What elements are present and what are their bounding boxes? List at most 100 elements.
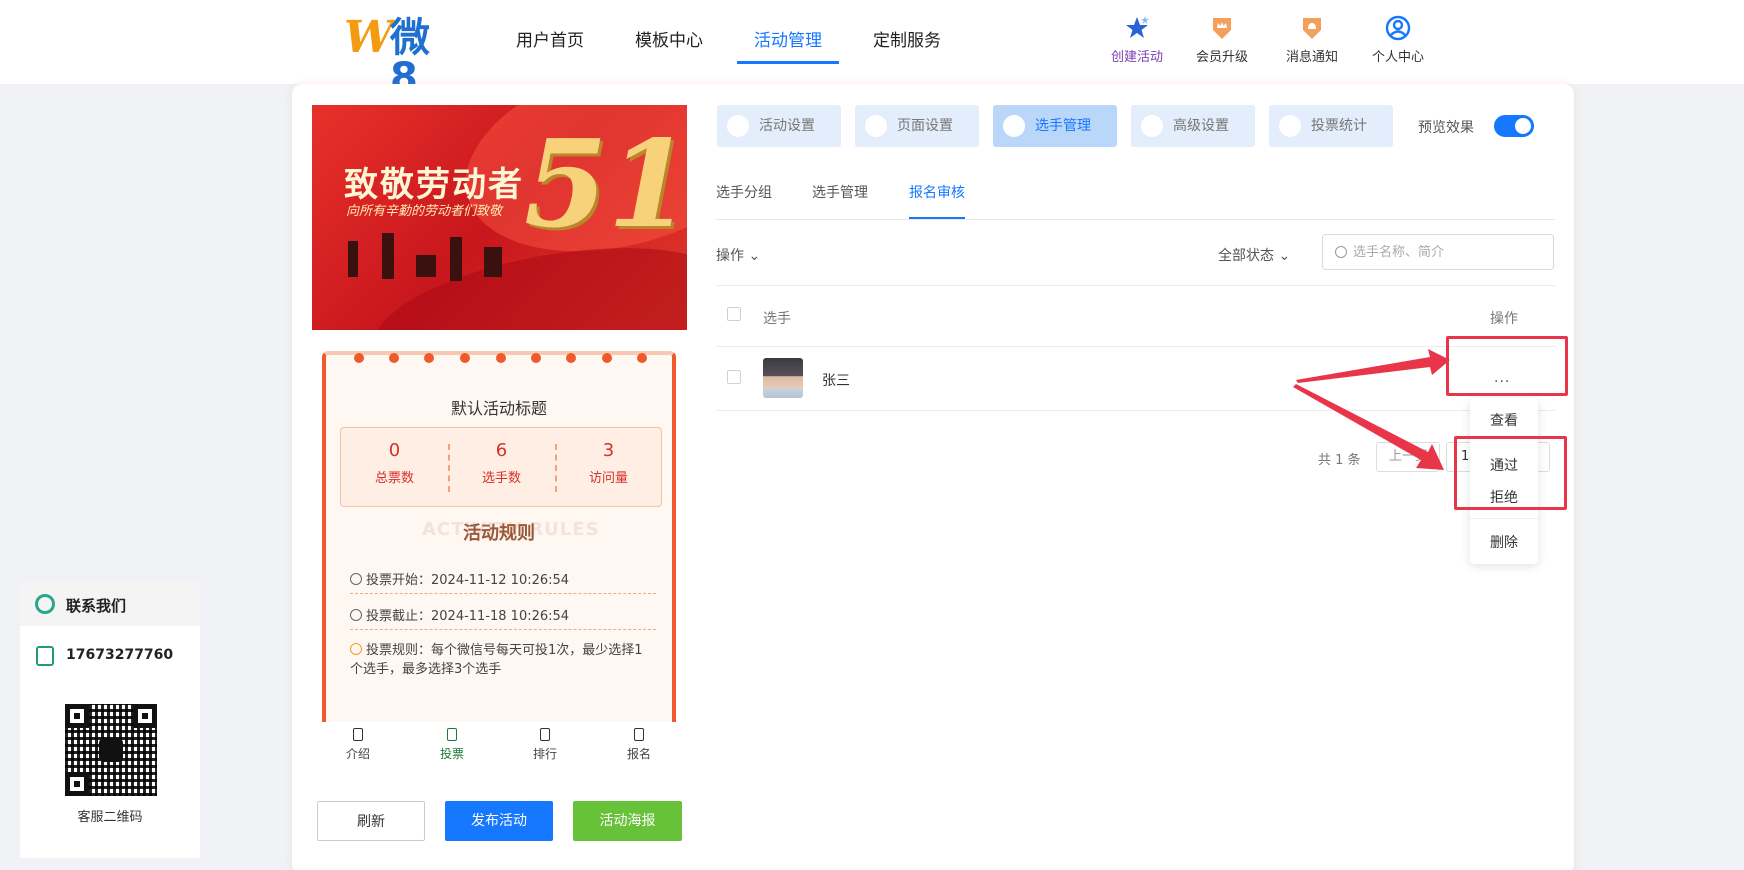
vote-rule-text: 投票规则：每个微信号每天可投1次，最少选择1个选手，最多选择3个选手 [350, 643, 643, 677]
subtab-signup-review[interactable]: 报名审核 [909, 182, 965, 202]
vote-end-text: 投票截止：2024-11-18 10:26:54 [366, 609, 570, 624]
nav-template-center[interactable]: 模板中心 [635, 26, 703, 51]
row-checkbox[interactable] [727, 370, 741, 384]
nav-activity-management[interactable]: 活动管理 [754, 26, 822, 51]
nav-user-home[interactable]: 用户首页 [516, 26, 584, 51]
vote-start-rule: 投票开始：2024-11-12 10:26:54 [350, 569, 569, 588]
message-notification-button[interactable]: 消息通知 [1272, 14, 1352, 65]
subtab-divider [716, 219, 1555, 220]
stat-value: 3 [602, 440, 615, 461]
worker-silhouette [450, 237, 462, 281]
column-header-action: 操作 [1490, 311, 1518, 327]
stats-icon [1279, 115, 1301, 137]
personal-center-button[interactable]: 个人中心 [1358, 14, 1438, 65]
operation-dropdown[interactable]: 操作 ⌄ [716, 245, 760, 265]
banner-title: 致敬劳动者 [344, 165, 524, 205]
rules-title: 活动规则 [463, 523, 535, 544]
status-label: 全部状态 [1218, 248, 1274, 264]
stat-label: 访问量 [588, 471, 628, 486]
table-top-border [716, 285, 1555, 286]
subtab-player-management[interactable]: 选手管理 [812, 182, 868, 202]
contact-title: 联系我们 [66, 597, 127, 615]
tab-advanced-settings[interactable]: 高级设置 [1131, 105, 1255, 147]
chevron-down-icon: ⌄ [1278, 248, 1291, 264]
publish-activity-button[interactable]: 发布活动 [445, 801, 553, 841]
nav-custom-service[interactable]: 定制服务 [873, 26, 941, 51]
intro-icon [353, 728, 363, 741]
paper-ring [354, 353, 364, 363]
stat-value: 0 [388, 440, 401, 461]
tab-label: 排行 [532, 747, 557, 761]
stars-icon [1126, 16, 1149, 38]
worker-silhouette [416, 255, 436, 277]
search-icon [1335, 246, 1347, 258]
logo-mark: W [344, 12, 394, 63]
signup-icon [634, 728, 644, 741]
wechat-icon [99, 738, 123, 762]
create-activity-button[interactable]: 创建活动 [1097, 14, 1177, 65]
subtab-player-groups[interactable]: 选手分组 [716, 182, 772, 202]
crown-badge-icon [1213, 18, 1231, 39]
worker-silhouette [382, 233, 394, 279]
paper-ring [496, 353, 506, 363]
tab-player-management[interactable]: 选手管理 [993, 105, 1117, 147]
refresh-button[interactable]: 刷新 [317, 801, 425, 841]
paper-ring [460, 353, 470, 363]
preview-tabbar: 介绍 投票 排行 报名 [312, 722, 687, 772]
tab-vote-statistics[interactable]: 投票统计 [1269, 105, 1393, 147]
annotation-arrows [1293, 349, 1450, 470]
tab-label: 高级设置 [1173, 118, 1229, 134]
ranking-icon [540, 728, 550, 741]
personal-center-label: 个人中心 [1371, 50, 1424, 65]
tab-label: 介绍 [345, 747, 370, 761]
heart-icon [727, 115, 749, 137]
search-input[interactable] [1353, 241, 1543, 263]
toggle-knob [1515, 118, 1531, 134]
member-upgrade-button[interactable]: 会员升级 [1182, 14, 1262, 65]
paper-ring [602, 353, 612, 363]
menu-item-delete[interactable]: 删除 [1470, 532, 1538, 552]
operation-label: 操作 [716, 248, 744, 264]
player-avatar [763, 358, 803, 398]
tab-label: 投票统计 [1311, 118, 1367, 134]
tab-activity-settings[interactable]: 活动设置 [717, 105, 841, 147]
stat-visits: 3 访问量 [555, 440, 662, 486]
customer-service-icon [35, 594, 55, 614]
menu-item-view[interactable]: 查看 [1470, 410, 1538, 430]
bell-badge-icon [1303, 18, 1321, 39]
arrow-to-more-icon [1296, 349, 1450, 383]
activity-title: 默认活动标题 [450, 399, 547, 418]
tab-vote[interactable]: 投票 [422, 728, 482, 762]
qr-finder [65, 704, 89, 728]
worker-silhouette [348, 241, 358, 277]
member-upgrade-label: 会员升级 [1195, 50, 1248, 65]
status-dropdown[interactable]: 全部状态 ⌄ [1218, 245, 1290, 265]
qr-label: 客服二维码 [77, 810, 143, 825]
activity-poster-button[interactable]: 活动海报 [573, 801, 682, 841]
tab-signup[interactable]: 报名 [609, 728, 669, 762]
contact-phone: 17673277760 [66, 647, 174, 663]
paper-ring [531, 353, 541, 363]
highlight-approve-reject [1454, 436, 1567, 510]
tab-page-settings[interactable]: 页面设置 [855, 105, 979, 147]
user-circle-icon [1385, 15, 1411, 41]
worker-silhouette [484, 247, 502, 277]
select-all-checkbox[interactable] [727, 307, 741, 321]
search-box [1322, 234, 1554, 270]
rule-divider [350, 593, 656, 594]
phone-icon [36, 646, 54, 666]
vote-end-rule: 投票截止：2024-11-18 10:26:54 [350, 605, 569, 624]
message-notification-label: 消息通知 [1285, 50, 1338, 65]
qr-finder [65, 772, 89, 796]
page-icon [865, 115, 887, 137]
info-icon [350, 643, 362, 655]
banner-number: 51 [524, 114, 687, 255]
player-icon [1003, 115, 1025, 137]
preview-toggle[interactable] [1494, 115, 1534, 137]
stat-player-count: 6 选手数 [448, 440, 555, 486]
tab-label: 活动设置 [759, 118, 815, 134]
contact-header: 联系我们 [20, 582, 200, 626]
app-logo[interactable]: W 微8 [344, 12, 456, 99]
tab-ranking[interactable]: 排行 [515, 728, 575, 762]
tab-intro[interactable]: 介绍 [328, 728, 388, 762]
